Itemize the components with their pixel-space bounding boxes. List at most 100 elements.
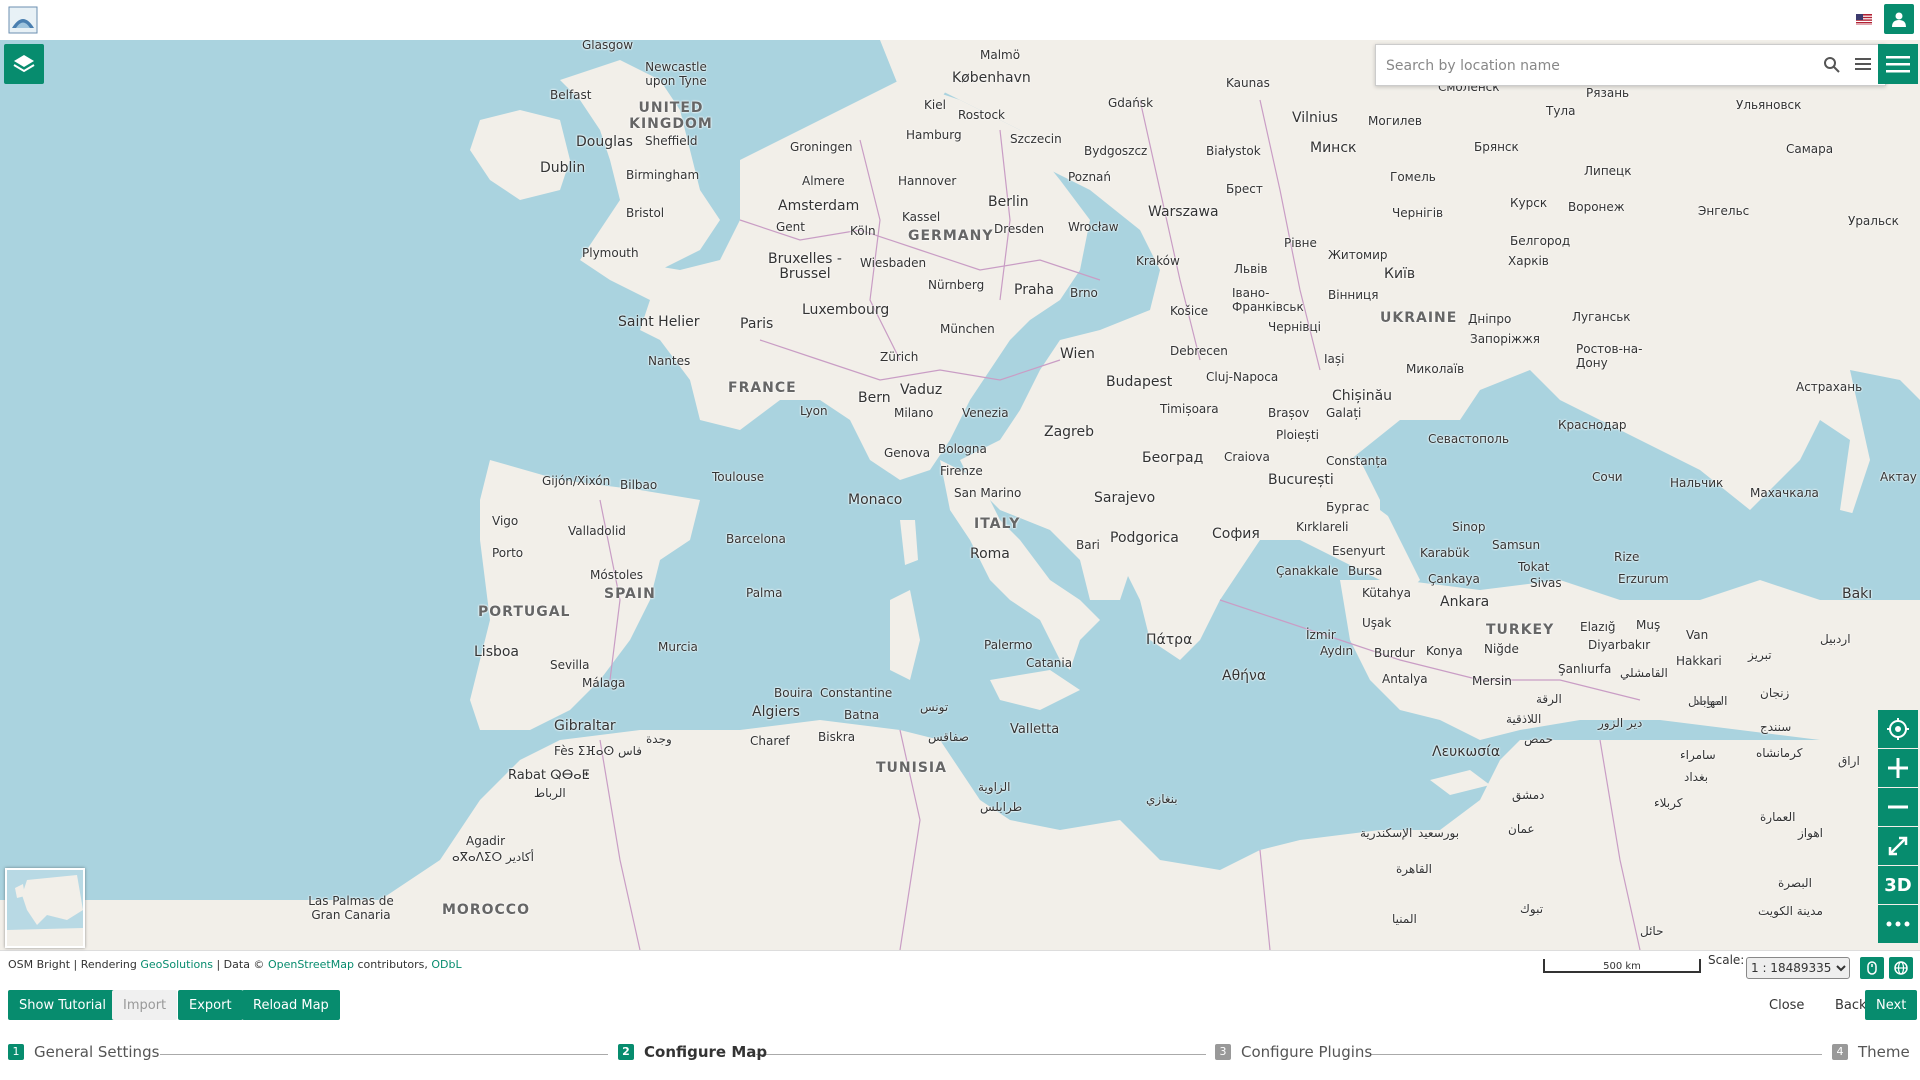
more-icon: [1886, 921, 1910, 927]
crs-selector-button[interactable]: [1889, 957, 1913, 979]
odbl-link[interactable]: ODbL: [431, 958, 461, 971]
map-label: Brno: [1070, 286, 1098, 300]
map-label: MOROCCO: [442, 902, 530, 918]
map-label: Birmingham: [626, 168, 700, 182]
map-label: Sarajevo: [1094, 490, 1156, 506]
step-general-settings[interactable]: 1 General Settings: [8, 1043, 159, 1061]
step-configure-plugins[interactable]: 3 Configure Plugins: [1215, 1043, 1372, 1061]
export-button[interactable]: Export: [178, 990, 243, 1020]
map-label: Gent: [776, 220, 805, 234]
3d-toggle-button[interactable]: 3D: [1878, 866, 1918, 904]
map-label: Sinop: [1452, 520, 1486, 534]
map-label: Samsun: [1492, 538, 1541, 552]
zoom-in-button[interactable]: [1878, 749, 1918, 787]
scale-select[interactable]: 1 : 18489335: [1746, 957, 1850, 979]
map-label: Constanța: [1326, 454, 1388, 468]
zoom-out-button[interactable]: [1878, 788, 1918, 826]
map-label: Malmö: [980, 48, 1021, 62]
map-footer: OSM Bright | Rendering GeoSolutions | Da…: [0, 950, 1920, 981]
map-label: Luxembourg: [802, 302, 890, 318]
map-label: Iași: [1324, 352, 1345, 366]
map-label: Erzurum: [1618, 572, 1669, 586]
map-label: Brașov: [1268, 406, 1310, 420]
map-label: Barcelona: [726, 532, 786, 546]
map-label: Курск: [1510, 196, 1548, 210]
geosolutions-link[interactable]: GeoSolutions: [140, 958, 213, 971]
map-label: Murcia: [658, 640, 698, 654]
map-label: Севастополь: [1428, 432, 1510, 446]
locate-button[interactable]: [1878, 710, 1918, 748]
reload-map-button[interactable]: Reload Map: [242, 990, 340, 1020]
more-button[interactable]: [1878, 905, 1918, 943]
map-label: Szczecin: [1010, 132, 1062, 146]
map-label: Diyarbakır: [1588, 638, 1651, 652]
map-label: Las Palmas de Gran Canaria: [308, 894, 394, 922]
map-label: Batna: [844, 708, 880, 722]
step-number: 3: [1215, 1044, 1231, 1060]
map-label: Lyon: [800, 404, 828, 418]
main-menu-button[interactable]: [1878, 44, 1918, 84]
map-label: Могилев: [1368, 114, 1422, 128]
map-label: Toulouse: [712, 470, 765, 484]
map-label: بغداد: [1684, 770, 1709, 784]
layers-button[interactable]: [4, 44, 44, 84]
map-label: سامراء: [1680, 748, 1716, 762]
step-configure-map[interactable]: 2 Configure Map: [618, 1043, 767, 1061]
map-label: Agadir: [466, 834, 506, 848]
overview-map[interactable]: [5, 868, 85, 948]
map-label: اهواز: [1798, 826, 1823, 840]
search-options-icon[interactable]: [1855, 57, 1871, 71]
step-theme[interactable]: 4 Theme: [1832, 1043, 1910, 1061]
map-label: Харків: [1508, 254, 1549, 268]
map-label: وجدة: [646, 732, 672, 746]
context-editor-toolbar: Show Tutorial Import Export Reload Map C…: [0, 981, 1920, 1027]
map-label: PORTUGAL: [478, 604, 571, 620]
map-viewport[interactable]: Glasgow Newcastle upon Tyne Belfast UNIT…: [0, 40, 1920, 950]
map-label: الرباط: [534, 786, 566, 800]
import-button[interactable]: Import: [112, 990, 178, 1020]
map-label: Cluj-Napoca: [1206, 370, 1279, 384]
map-label: Краснодар: [1558, 418, 1627, 432]
openstreetmap-link[interactable]: OpenStreetMap: [268, 958, 354, 971]
step-number: 1: [8, 1044, 24, 1060]
step-number: 4: [1832, 1044, 1848, 1060]
map-label: München: [940, 322, 995, 336]
zoom-out-icon: [1888, 805, 1908, 809]
map-label: Van: [1686, 628, 1709, 642]
map-label: Сочи: [1592, 470, 1623, 484]
map-label: Çanakkale: [1276, 564, 1339, 578]
map-label: İzmir: [1306, 628, 1336, 642]
map-label: Tokat: [1518, 560, 1550, 574]
map-label: العمارة: [1760, 810, 1796, 824]
map-label: Elazığ: [1580, 620, 1616, 634]
map-label: Köln: [850, 224, 876, 238]
map-label: Şanlıurfa: [1558, 662, 1612, 676]
map-label: Тула: [1546, 104, 1576, 118]
map-label: Dublin: [540, 160, 586, 176]
map-label: الإسكندرية: [1360, 826, 1413, 840]
globe-icon: [1894, 961, 1908, 975]
user-menu-button[interactable]: [1884, 4, 1914, 34]
map-label: Bakı: [1842, 586, 1873, 602]
map-label: Gdańsk: [1108, 96, 1154, 110]
map-label: Kaunas: [1226, 76, 1270, 90]
menu-icon: [1886, 56, 1910, 73]
search-icon[interactable]: [1823, 56, 1841, 74]
next-button[interactable]: Next: [1865, 990, 1918, 1020]
map-label: Genova: [884, 446, 931, 460]
mapstore-logo-icon[interactable]: [8, 6, 38, 34]
map-label: GERMANY: [908, 228, 994, 244]
map-label: București: [1268, 472, 1334, 488]
map-label: Нальчик: [1670, 476, 1724, 490]
search-input[interactable]: [1384, 53, 1788, 79]
wizard-stepper: 1 General Settings 2 Configure Map 3 Con…: [0, 1032, 1920, 1072]
us-flag-icon[interactable]: [1856, 14, 1872, 25]
map-label: الزاوية: [978, 780, 1011, 794]
show-tutorial-button[interactable]: Show Tutorial: [8, 990, 118, 1020]
map-label: Уральск: [1848, 214, 1899, 228]
close-button[interactable]: Close: [1758, 990, 1815, 1020]
map-label: Луганськ: [1572, 310, 1631, 324]
map-label: Muş: [1636, 618, 1661, 632]
mouse-position-button[interactable]: [1860, 957, 1884, 979]
fullscreen-button[interactable]: [1878, 827, 1918, 865]
